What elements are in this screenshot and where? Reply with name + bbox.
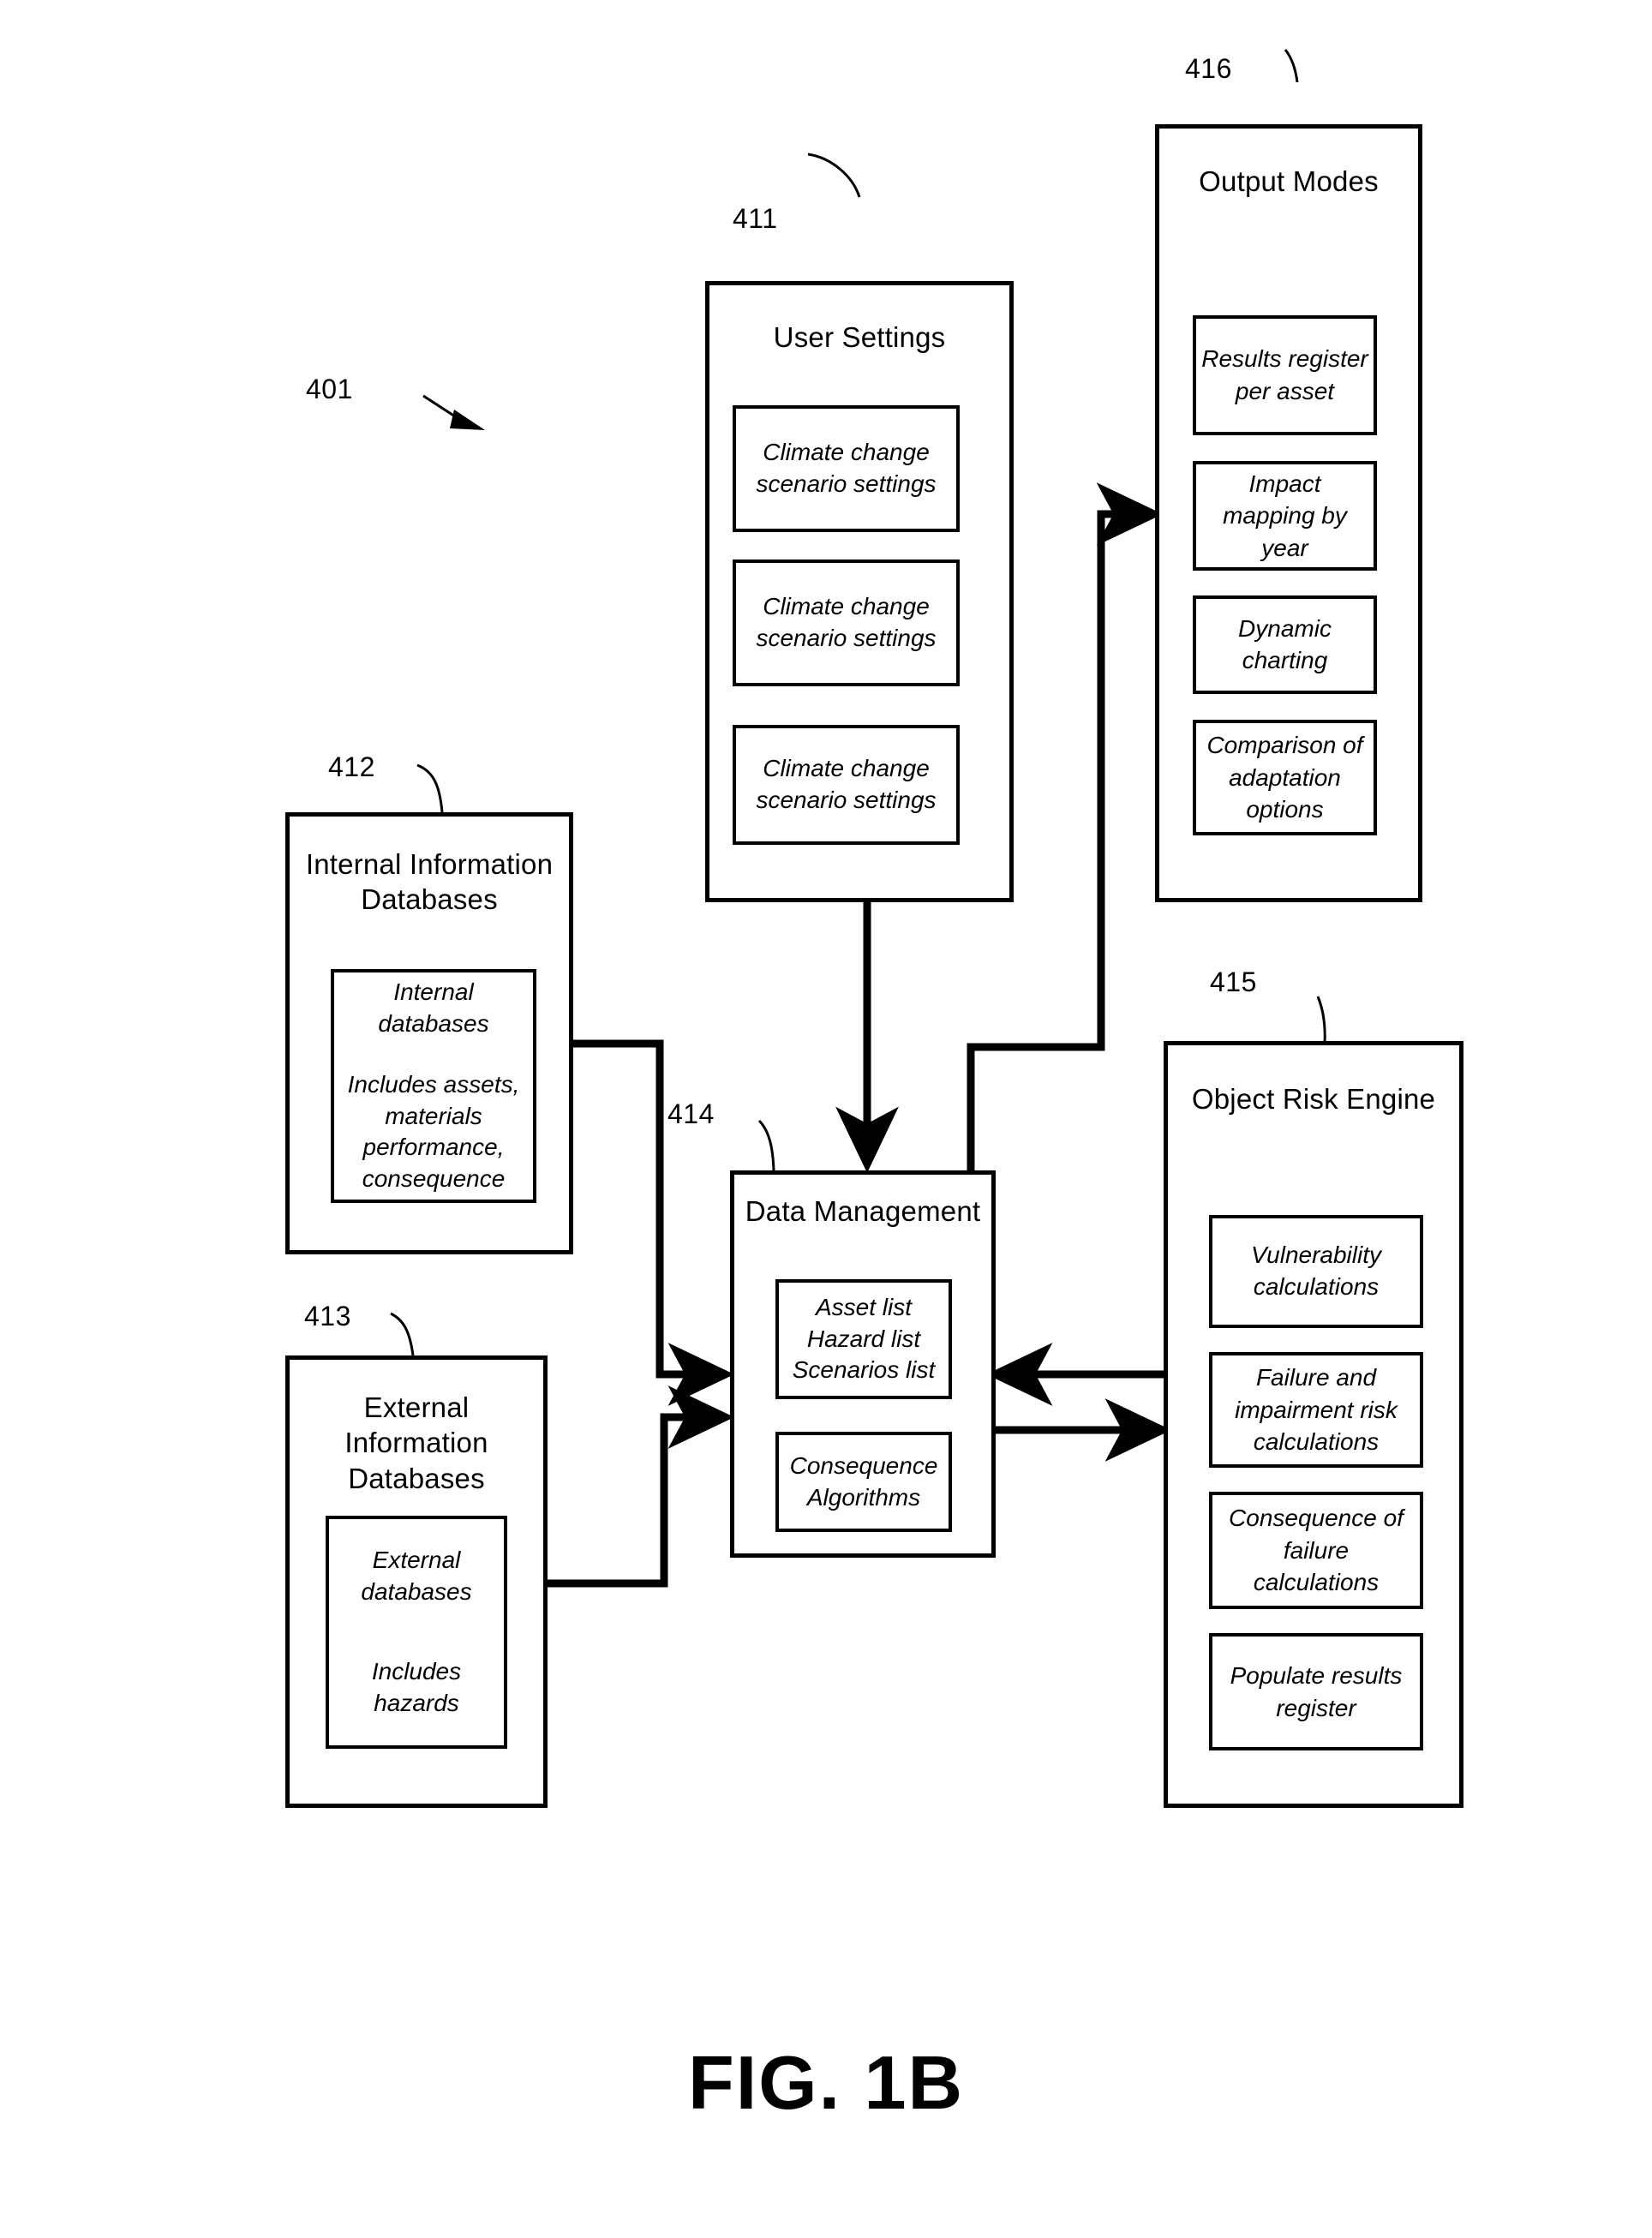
- leader-414: [757, 1119, 775, 1171]
- module-output-modes[interactable]: Output Modes Results register per asset …: [1155, 124, 1422, 902]
- data-management-algorithms-label: Consequence Algorithms: [789, 1451, 938, 1511]
- link-external-db-to-data-management: [548, 1385, 735, 1588]
- external-databases-content-detail: Includes hazards: [371, 1658, 462, 1716]
- module-object-risk-engine[interactable]: Object Risk Engine Vulnerability calcula…: [1164, 1041, 1463, 1808]
- ref-412: 412: [328, 751, 375, 782]
- risk-engine-vulnerability-calculations-label: Vulnerability calculations: [1250, 1242, 1382, 1300]
- risk-engine-vulnerability-calculations[interactable]: Vulnerability calculations: [1209, 1215, 1423, 1328]
- object-risk-engine-title: Object Risk Engine: [1191, 1083, 1436, 1115]
- data-management-scenarios-list: Scenarios list: [792, 1356, 936, 1384]
- user-settings-item-1[interactable]: Climate change scenario settings: [733, 405, 960, 532]
- module-user-settings[interactable]: User Settings Climate change scenario se…: [705, 281, 1014, 902]
- figure-caption: FIG. 1B: [687, 2040, 965, 2125]
- leader-412: [416, 763, 444, 813]
- data-management-asset-list: Asset list: [815, 1293, 913, 1320]
- data-management-algorithms[interactable]: Consequence Algorithms: [775, 1432, 952, 1532]
- leader-411: [807, 153, 861, 198]
- internal-databases-content-detail: Includes assets, materials performance, …: [347, 1070, 520, 1193]
- system-lead-arrow: [422, 394, 485, 430]
- ref-414: 414: [667, 1098, 715, 1129]
- risk-engine-failure-impairment-risk-label: Failure and impairment risk calculations: [1235, 1364, 1398, 1456]
- risk-engine-failure-impairment-risk[interactable]: Failure and impairment risk calculations: [1209, 1352, 1423, 1468]
- external-databases-content[interactable]: External databases Includes hazards: [326, 1516, 507, 1749]
- internal-databases-content-title: Internal databases: [378, 978, 489, 1037]
- ref-401: 401: [306, 374, 353, 404]
- user-settings-title: User Settings: [773, 321, 946, 353]
- module-data-management[interactable]: Data Management Asset list Hazard list S…: [730, 1170, 996, 1558]
- user-settings-item-2-label: Climate change scenario settings: [756, 593, 937, 651]
- user-settings-item-1-label: Climate change scenario settings: [756, 439, 937, 497]
- data-management-lists[interactable]: Asset list Hazard list Scenarios list: [775, 1279, 952, 1399]
- external-databases-title: External Information Databases: [344, 1391, 488, 1494]
- output-mode-results-register[interactable]: Results register per asset: [1193, 315, 1377, 435]
- module-external-databases[interactable]: External Information Databases External …: [285, 1355, 548, 1808]
- output-mode-impact-mapping[interactable]: Impact mapping by year: [1193, 461, 1377, 571]
- internal-databases-content[interactable]: Internal databases Includes assets, mate…: [331, 969, 536, 1203]
- output-mode-comparison-adaptation[interactable]: Comparison of adaptation options: [1193, 720, 1377, 835]
- user-settings-item-3-label: Climate change scenario settings: [756, 755, 937, 813]
- leader-415: [1316, 996, 1326, 1044]
- user-settings-item-2[interactable]: Climate change scenario settings: [733, 560, 960, 686]
- ref-415: 415: [1210, 966, 1257, 997]
- external-databases-content-title: External databases: [361, 1547, 472, 1606]
- link-internal-db-to-data-management: [573, 1039, 735, 1406]
- risk-engine-consequence-of-failure-label: Consequence of failure calculations: [1229, 1505, 1404, 1596]
- output-mode-comparison-adaptation-label: Comparison of adaptation options: [1206, 732, 1363, 823]
- ref-416: 416: [1185, 53, 1232, 84]
- risk-engine-populate-results-register[interactable]: Populate results register: [1209, 1633, 1423, 1750]
- data-management-hazard-list: Hazard list: [806, 1325, 921, 1352]
- ref-413: 413: [304, 1301, 351, 1331]
- data-management-title: Data Management: [745, 1195, 981, 1227]
- internal-databases-title: Internal Information Databases: [305, 848, 554, 916]
- output-modes-title: Output Modes: [1199, 165, 1379, 197]
- module-internal-databases[interactable]: Internal Information Databases Internal …: [285, 812, 573, 1254]
- patent-figure-page: 401 411 416 412 413 414 415 User Setting…: [0, 0, 1652, 2238]
- output-mode-dynamic-charting-label: Dynamic charting: [1238, 614, 1332, 673]
- leader-413: [390, 1312, 415, 1356]
- ref-411: 411: [733, 203, 778, 234]
- risk-engine-consequence-of-failure[interactable]: Consequence of failure calculations: [1209, 1492, 1423, 1609]
- risk-engine-populate-results-register-label: Populate results register: [1230, 1661, 1403, 1721]
- output-mode-impact-mapping-label: Impact mapping by year: [1223, 470, 1347, 561]
- output-mode-results-register-label: Results register per asset: [1201, 345, 1368, 404]
- leader-416: [1284, 49, 1299, 83]
- user-settings-item-3[interactable]: Climate change scenario settings: [733, 725, 960, 845]
- output-mode-dynamic-charting[interactable]: Dynamic charting: [1193, 595, 1377, 694]
